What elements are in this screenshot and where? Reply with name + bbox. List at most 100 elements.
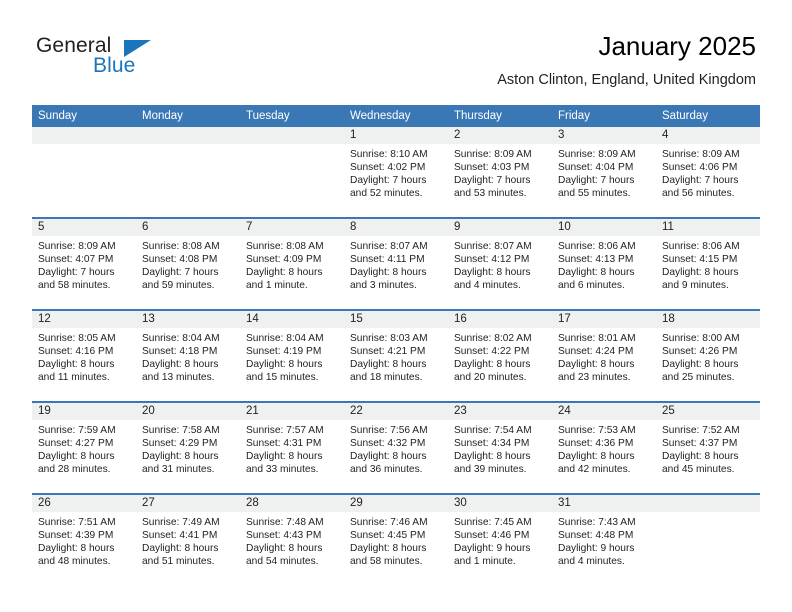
calendar-cell: 1 Sunrise: 8:10 AM Sunset: 4:02 PM Daylight… — [344, 127, 448, 217]
day-cell[interactable]: 10 Sunrise: 8:06 AM Sunset: 4:13 PM Dayligh… — [552, 217, 656, 309]
day-cell[interactable]: 24 Sunrise: 7:53 AM Sunset: 4:36 PM Dayligh… — [552, 401, 656, 493]
daylight-text-line2: and 15 minutes. — [246, 372, 319, 384]
day-details: Sunrise: 8:10 AM Sunset: 4:02 PM Daylight:… — [344, 144, 448, 200]
sunset-text: Sunset: 4:45 PM — [350, 530, 426, 542]
daylight-text-line1: Daylight: 7 hours — [38, 267, 115, 279]
daylight-text-line2: and 4 minutes. — [558, 556, 625, 568]
day-cell[interactable]: 7 Sunrise: 8:08 AM Sunset: 4:09 PM Daylight… — [240, 217, 344, 309]
sunrise-text: Sunrise: 8:10 AM — [350, 149, 428, 160]
day-cell[interactable]: 11 Sunrise: 8:06 AM Sunset: 4:15 PM Dayligh… — [656, 217, 760, 309]
sunrise-text: Sunrise: 8:07 AM — [350, 241, 428, 252]
day-number: 15 — [344, 311, 448, 328]
sunset-text: Sunset: 4:04 PM — [558, 162, 634, 174]
day-number: 10 — [552, 219, 656, 236]
daylight-text-line2: and 28 minutes. — [38, 464, 111, 476]
day-details: Sunrise: 8:05 AM Sunset: 4:16 PM Daylight:… — [32, 328, 136, 384]
day-cell[interactable]: 2 Sunrise: 8:09 AM Sunset: 4:03 PM Daylight… — [448, 127, 552, 217]
day-cell[interactable]: 15 Sunrise: 8:03 AM Sunset: 4:21 PM Dayligh… — [344, 309, 448, 401]
day-cell[interactable]: 8 Sunrise: 8:07 AM Sunset: 4:11 PM Daylight… — [344, 217, 448, 309]
calendar-cell: 20 Sunrise: 7:58 AM Sunset: 4:29 PM Dayligh… — [136, 401, 240, 493]
calendar-cell: 14 Sunrise: 8:04 AM Sunset: 4:19 PM Dayligh… — [240, 309, 344, 401]
day-details: Sunrise: 8:09 AM Sunset: 4:07 PM Daylight:… — [32, 236, 136, 292]
day-details: Sunrise: 8:02 AM Sunset: 4:22 PM Daylight:… — [448, 328, 552, 384]
day-number: 7 — [240, 219, 344, 236]
day-details: Sunrise: 7:52 AM Sunset: 4:37 PM Daylight:… — [656, 420, 760, 476]
sunset-text: Sunset: 4:02 PM — [350, 162, 426, 174]
daylight-text-line2: and 53 minutes. — [454, 188, 527, 200]
day-details: Sunrise: 8:07 AM Sunset: 4:12 PM Daylight:… — [448, 236, 552, 292]
sunset-text: Sunset: 4:29 PM — [142, 438, 218, 450]
day-cell[interactable]: 18 Sunrise: 8:00 AM Sunset: 4:26 PM Dayligh… — [656, 309, 760, 401]
calendar-week-row: 1 Sunrise: 8:10 AM Sunset: 4:02 PM Daylight… — [32, 127, 760, 217]
day-cell[interactable]: 30 Sunrise: 7:45 AM Sunset: 4:46 PM Dayligh… — [448, 493, 552, 585]
sunrise-text: Sunrise: 8:03 AM — [350, 333, 428, 344]
sunrise-text: Sunrise: 7:58 AM — [142, 425, 220, 436]
day-details: Sunrise: 7:59 AM Sunset: 4:27 PM Daylight:… — [32, 420, 136, 476]
day-cell[interactable]: 20 Sunrise: 7:58 AM Sunset: 4:29 PM Dayligh… — [136, 401, 240, 493]
sunset-text: Sunset: 4:34 PM — [454, 438, 530, 450]
calendar-cell: 22 Sunrise: 7:56 AM Sunset: 4:32 PM Dayligh… — [344, 401, 448, 493]
day-cell[interactable]: 6 Sunrise: 8:08 AM Sunset: 4:08 PM Daylight… — [136, 217, 240, 309]
sunset-text: Sunset: 4:36 PM — [558, 438, 634, 450]
sunrise-text: Sunrise: 7:45 AM — [454, 517, 532, 528]
calendar-cell: 13 Sunrise: 8:04 AM Sunset: 4:18 PM Dayligh… — [136, 309, 240, 401]
day-cell[interactable]: 1 Sunrise: 8:10 AM Sunset: 4:02 PM Daylight… — [344, 127, 448, 217]
day-number: 12 — [32, 311, 136, 328]
calendar-cell: 24 Sunrise: 7:53 AM Sunset: 4:36 PM Dayligh… — [552, 401, 656, 493]
day-details: Sunrise: 7:45 AM Sunset: 4:46 PM Daylight:… — [448, 512, 552, 568]
day-cell[interactable]: 22 Sunrise: 7:56 AM Sunset: 4:32 PM Dayligh… — [344, 401, 448, 493]
day-cell[interactable]: 26 Sunrise: 7:51 AM Sunset: 4:39 PM Dayligh… — [32, 493, 136, 585]
day-cell[interactable]: 27 Sunrise: 7:49 AM Sunset: 4:41 PM Dayligh… — [136, 493, 240, 585]
day-cell[interactable]: 14 Sunrise: 8:04 AM Sunset: 4:19 PM Dayligh… — [240, 309, 344, 401]
day-number: 21 — [240, 403, 344, 420]
day-cell[interactable]: 25 Sunrise: 7:52 AM Sunset: 4:37 PM Dayligh… — [656, 401, 760, 493]
daylight-text-line2: and 42 minutes. — [558, 464, 631, 476]
daylight-text-line2: and 36 minutes. — [350, 464, 423, 476]
sunrise-text: Sunrise: 8:09 AM — [38, 241, 116, 252]
day-cell[interactable]: 16 Sunrise: 8:02 AM Sunset: 4:22 PM Dayligh… — [448, 309, 552, 401]
day-cell[interactable]: 28 Sunrise: 7:48 AM Sunset: 4:43 PM Dayligh… — [240, 493, 344, 585]
calendar-cell: 19 Sunrise: 7:59 AM Sunset: 4:27 PM Dayligh… — [32, 401, 136, 493]
day-number: 16 — [448, 311, 552, 328]
day-cell[interactable]: 19 Sunrise: 7:59 AM Sunset: 4:27 PM Dayligh… — [32, 401, 136, 493]
day-cell[interactable]: 4 Sunrise: 8:09 AM Sunset: 4:06 PM Daylight… — [656, 127, 760, 217]
day-cell[interactable]: 23 Sunrise: 7:54 AM Sunset: 4:34 PM Dayligh… — [448, 401, 552, 493]
sunrise-text: Sunrise: 7:48 AM — [246, 517, 324, 528]
sunset-text: Sunset: 4:19 PM — [246, 346, 322, 358]
weekday-header-friday: Friday — [552, 105, 656, 127]
daylight-text-line1: Daylight: 7 hours — [454, 175, 531, 187]
calendar-cell: 30 Sunrise: 7:45 AM Sunset: 4:46 PM Dayligh… — [448, 493, 552, 585]
calendar-cell: 11 Sunrise: 8:06 AM Sunset: 4:15 PM Dayligh… — [656, 217, 760, 309]
day-number: 17 — [552, 311, 656, 328]
weekday-header-row: Sunday Monday Tuesday Wednesday Thursday Frid… — [32, 105, 760, 127]
day-details: Sunrise: 8:06 AM Sunset: 4:13 PM Daylight:… — [552, 236, 656, 292]
calendar-cell: 25 Sunrise: 7:52 AM Sunset: 4:37 PM Dayligh… — [656, 401, 760, 493]
day-cell[interactable]: 31 Sunrise: 7:43 AM Sunset: 4:48 PM Dayligh… — [552, 493, 656, 585]
sunrise-text: Sunrise: 8:02 AM — [454, 333, 532, 344]
daylight-text-line1: Daylight: 8 hours — [350, 267, 427, 279]
daylight-text-line2: and 13 minutes. — [142, 372, 215, 384]
day-cell[interactable]: 17 Sunrise: 8:01 AM Sunset: 4:24 PM Dayligh… — [552, 309, 656, 401]
daylight-text-line1: Daylight: 8 hours — [454, 451, 531, 463]
sunset-text: Sunset: 4:21 PM — [350, 346, 426, 358]
sunrise-text: Sunrise: 7:54 AM — [454, 425, 532, 436]
day-cell[interactable]: 29 Sunrise: 7:46 AM Sunset: 4:45 PM Dayligh… — [344, 493, 448, 585]
empty-day-cell — [240, 127, 344, 217]
daylight-text-line1: Daylight: 9 hours — [558, 543, 635, 555]
day-cell[interactable]: 12 Sunrise: 8:05 AM Sunset: 4:16 PM Dayligh… — [32, 309, 136, 401]
brand-logo[interactable]: General Blue — [36, 34, 236, 90]
day-details: Sunrise: 7:49 AM Sunset: 4:41 PM Daylight:… — [136, 512, 240, 568]
sunset-text: Sunset: 4:13 PM — [558, 254, 634, 266]
daylight-text-line2: and 59 minutes. — [142, 280, 215, 292]
sunset-text: Sunset: 4:11 PM — [350, 254, 425, 266]
sunrise-text: Sunrise: 8:09 AM — [558, 149, 636, 160]
day-cell[interactable]: 21 Sunrise: 7:57 AM Sunset: 4:31 PM Dayligh… — [240, 401, 344, 493]
day-cell[interactable]: 3 Sunrise: 8:09 AM Sunset: 4:04 PM Daylight… — [552, 127, 656, 217]
calendar-cell: 31 Sunrise: 7:43 AM Sunset: 4:48 PM Dayligh… — [552, 493, 656, 585]
day-cell[interactable]: 13 Sunrise: 8:04 AM Sunset: 4:18 PM Dayligh… — [136, 309, 240, 401]
day-number: 30 — [448, 495, 552, 512]
day-cell[interactable]: 5 Sunrise: 8:09 AM Sunset: 4:07 PM Daylight… — [32, 217, 136, 309]
calendar-cell: 23 Sunrise: 7:54 AM Sunset: 4:34 PM Dayligh… — [448, 401, 552, 493]
day-cell[interactable]: 9 Sunrise: 8:07 AM Sunset: 4:12 PM Daylight… — [448, 217, 552, 309]
day-number: 22 — [344, 403, 448, 420]
